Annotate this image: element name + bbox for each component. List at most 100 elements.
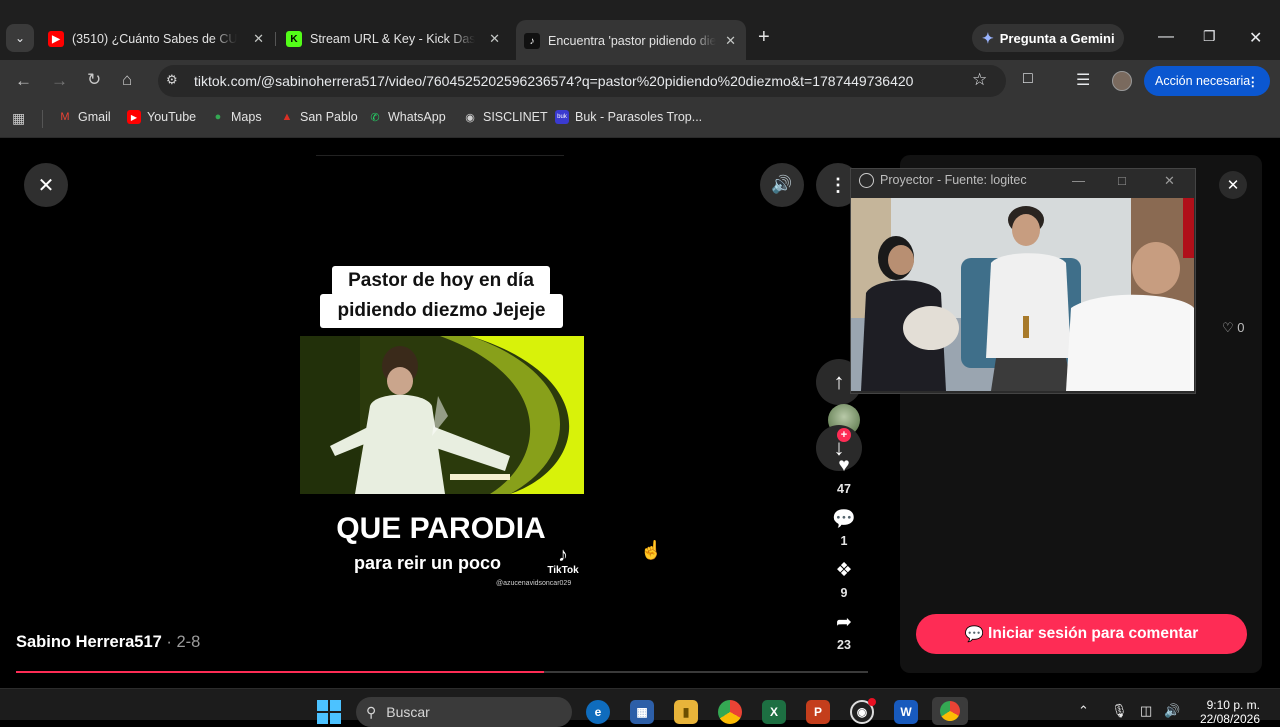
extensions-icon[interactable]: □	[1023, 70, 1033, 88]
watermark-handle: @azucenavidsoncar029	[496, 580, 572, 587]
close-tab-icon[interactable]: ✕	[725, 33, 736, 49]
buk-icon: buk	[555, 110, 569, 124]
maps-icon: ●	[214, 111, 222, 123]
action-label: Acción necesaria	[1155, 74, 1251, 88]
microphone-icon[interactable]: 🎙	[1111, 703, 1128, 719]
reload-button[interactable]: ↻	[87, 70, 101, 90]
chrome-icon	[940, 701, 960, 721]
store-icon[interactable]: ▦	[630, 700, 654, 724]
minimize-button[interactable]: —	[1158, 28, 1174, 46]
share-arrow-icon[interactable]: ➦	[831, 611, 857, 634]
media-controls-icon[interactable]: ☰	[1076, 70, 1090, 90]
projector-close-button[interactable]: ✕	[1164, 173, 1175, 189]
projector-minimize-button[interactable]: —	[1072, 173, 1085, 188]
close-tab-icon[interactable]: ✕	[489, 31, 500, 47]
start-button[interactable]	[317, 700, 341, 724]
notification-dot	[868, 698, 876, 706]
bookmark-sisclinet[interactable]: ◉ SISCLINET	[463, 110, 548, 124]
author-line[interactable]: Sabino Herrera517 · 2-8	[16, 633, 200, 652]
gemini-label: Pregunta a Gemini	[999, 30, 1115, 46]
tray-overflow-icon[interactable]: ⌃	[1078, 703, 1089, 719]
caption-line-1: Pastor de hoy en día	[332, 266, 550, 296]
excel-icon[interactable]: X	[762, 700, 786, 724]
follow-plus-icon[interactable]: +	[837, 428, 851, 442]
tab-search-button[interactable]: ⌄	[6, 24, 34, 52]
webcam-scene	[851, 198, 1194, 391]
site-info-icon[interactable]: ⚙	[166, 72, 178, 88]
clock-time: 9:10 p. m.	[1206, 698, 1260, 712]
share-count: 23	[837, 638, 851, 652]
tab-label: Stream URL & Key - Kick Dashb	[310, 32, 475, 46]
edge-icon[interactable]: e	[586, 700, 610, 724]
apps-grid-icon[interactable]: ▦	[12, 110, 25, 127]
bookmark-maps[interactable]: ● Maps	[211, 110, 262, 124]
home-button[interactable]: ⌂	[122, 70, 132, 90]
tab-kick[interactable]: K Stream URL & Key - Kick Dashb ✕	[286, 26, 500, 52]
gmail-icon: M	[60, 111, 70, 123]
obs-icon	[859, 173, 874, 188]
tiktok-logo-text: TikTok	[547, 565, 579, 576]
chrome-icon[interactable]	[718, 700, 742, 724]
bookmark-label: YouTube	[147, 110, 197, 124]
search-icon: ⚲	[366, 703, 377, 720]
word-icon[interactable]: W	[894, 700, 918, 724]
comment-icon[interactable]: 💬	[831, 507, 857, 531]
login-to-comment-button[interactable]: 💬 Iniciar sesión para comentar	[916, 614, 1247, 654]
windows-logo-pane	[317, 713, 328, 724]
tiktok-icon: ♪	[524, 33, 540, 49]
close-tab-icon[interactable]: ✕	[253, 31, 264, 47]
bookmark-youtube[interactable]: ▶ YouTube	[127, 110, 196, 124]
file-explorer-icon[interactable]: ▮	[674, 700, 698, 724]
clock-date: 22/08/2026	[1199, 712, 1260, 726]
forward-button[interactable]: →	[51, 71, 68, 91]
windows-logo-pane	[330, 700, 341, 711]
powerpoint-icon[interactable]: P	[806, 700, 830, 724]
speaker-icon[interactable]: 🔊	[1164, 703, 1180, 719]
tab-tiktok[interactable]: ♪ Encuentra 'pastor pidiendo diez ✕	[516, 20, 746, 60]
bookmark-icon[interactable]: ❖	[831, 559, 857, 582]
panel-like-counter[interactable]: ♡ 0	[1222, 320, 1245, 336]
projector-maximize-button[interactable]: □	[1118, 173, 1126, 188]
video-progress-bar[interactable]	[16, 671, 868, 673]
bookmark-label: WhatsApp	[388, 110, 446, 124]
tab-youtube[interactable]: ▶ (3510) ¿Cuánto Sabes de CULTU ✕	[48, 26, 264, 52]
bookmark-label: Maps	[231, 110, 262, 124]
bookmark-star-icon[interactable]: ☆	[972, 70, 987, 90]
new-tab-button[interactable]: +	[758, 26, 770, 49]
gemini-icon: ✦	[982, 29, 994, 46]
taskbar-clock[interactable]: 9:10 p. m. 22/08/2026	[1196, 698, 1260, 726]
caption-line-2: pidiendo diezmo Jejeje	[320, 294, 563, 328]
chrome-active-icon[interactable]	[932, 697, 968, 725]
restore-button[interactable]: ❐	[1203, 28, 1216, 45]
video-frame[interactable]	[300, 336, 584, 494]
profile-avatar[interactable]	[1112, 71, 1132, 91]
action-needed-button[interactable]: Acción necesaria ⋮	[1144, 66, 1270, 96]
network-icon[interactable]: ◫	[1140, 703, 1152, 719]
author-name[interactable]: Sabino Herrera517	[16, 633, 162, 651]
windows-logo-pane	[330, 713, 341, 724]
heart-outline-icon: ♡	[1222, 320, 1234, 335]
bookmark-whatsapp[interactable]: ✆ WhatsApp	[368, 110, 446, 124]
bookmark-label: SISCLINET	[483, 110, 548, 124]
volume-button[interactable]: 🔊	[760, 163, 804, 207]
bookmark-buk[interactable]: buk Buk - Parasoles Trop...	[555, 110, 702, 124]
back-button[interactable]: ←	[15, 71, 32, 91]
projector-title: Proyector - Fuente: logitec	[880, 173, 1027, 187]
search-placeholder: Buscar	[386, 704, 430, 720]
tab-label: Encuentra 'pastor pidiendo diez	[548, 34, 716, 48]
taskbar-search[interactable]: ⚲ Buscar	[356, 697, 572, 727]
close-video-button[interactable]: ✕	[24, 163, 68, 207]
bookmark-san-pablo[interactable]: ▲ San Pablo	[280, 110, 358, 124]
bookmark-gmail[interactable]: M Gmail	[58, 110, 110, 124]
url-text[interactable]: tiktok.com/@sabinoherrera517/video/76045…	[194, 73, 913, 89]
close-panel-button[interactable]: ✕	[1219, 171, 1247, 199]
windows-logo-pane	[317, 700, 328, 711]
close-window-button[interactable]: ✕	[1249, 28, 1262, 48]
save-count: 9	[840, 586, 848, 600]
tab-label: (3510) ¿Cuánto Sabes de CULTU	[72, 32, 237, 46]
gemini-button[interactable]: ✦ Pregunta a Gemini	[972, 24, 1124, 52]
panel-like-count: 0	[1237, 320, 1245, 335]
like-heart-icon[interactable]: ♥	[831, 455, 857, 477]
tiktok-watermark-logo: ♪ TikTok	[545, 545, 581, 576]
bookmark-label: San Pablo	[300, 110, 358, 124]
